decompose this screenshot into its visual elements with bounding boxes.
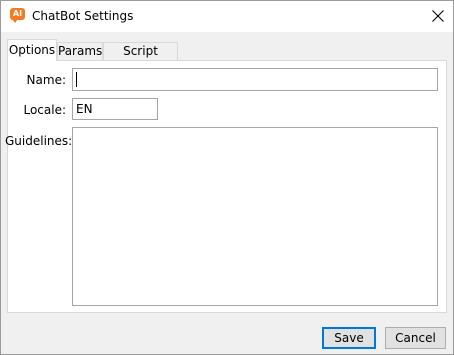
window-title: ChatBot Settings — [32, 9, 134, 23]
save-button[interactable]: Save — [322, 327, 376, 349]
guidelines-label: Guidelines: — [5, 134, 73, 148]
tab-script-global[interactable]: Script (global) — [103, 42, 178, 74]
name-label: Name: — [26, 73, 66, 87]
locale-label: Locale: — [23, 103, 66, 117]
close-icon — [432, 10, 444, 22]
tab-params[interactable]: Params — [57, 42, 103, 60]
cancel-button[interactable]: Cancel — [385, 327, 446, 349]
name-input[interactable] — [72, 68, 438, 91]
close-button[interactable] — [425, 4, 451, 28]
title-bar: AI ChatBot Settings — [1, 1, 453, 32]
locale-input[interactable] — [72, 98, 158, 120]
guidelines-textarea[interactable] — [72, 127, 438, 306]
tab-options[interactable]: Options — [7, 39, 57, 61]
chatbot-ai-icon: AI — [10, 8, 25, 24]
chatbot-settings-dialog: AI ChatBot Settings Options Params Scrip… — [0, 0, 454, 355]
text-caret — [76, 72, 77, 87]
